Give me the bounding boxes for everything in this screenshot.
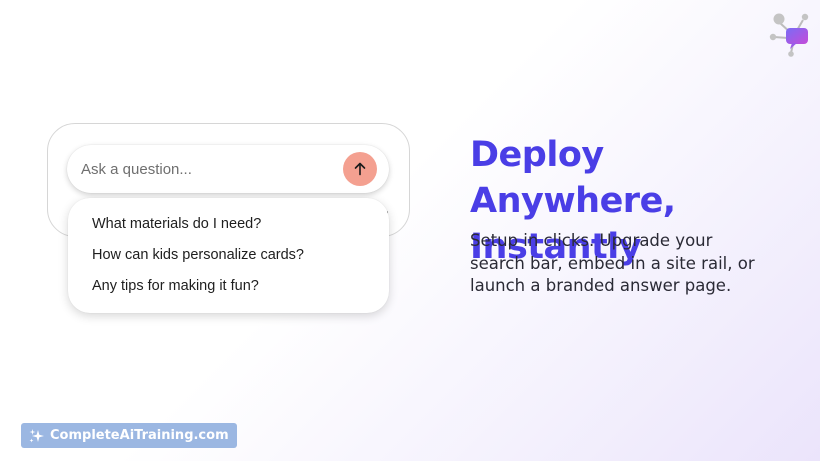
network-chat-logo-icon bbox=[769, 13, 809, 57]
arrow-up-icon bbox=[354, 162, 366, 176]
sparkle-icon bbox=[29, 428, 44, 442]
search-bar bbox=[67, 145, 389, 193]
suggestion-item[interactable]: What materials do I need? bbox=[92, 213, 389, 244]
suggestion-item[interactable]: Any tips for making it fun? bbox=[92, 275, 389, 306]
brand-badge: CompleteAiTraining.com bbox=[21, 423, 237, 448]
subtext: Setup in clicks. Upgrade your search bar… bbox=[470, 231, 755, 295]
headline-line-1: Deploy Anywhere, bbox=[470, 135, 676, 221]
send-button[interactable] bbox=[343, 152, 377, 186]
search-input[interactable] bbox=[81, 145, 331, 193]
suggestion-item[interactable]: How can kids personalize cards? bbox=[92, 244, 389, 275]
brand-name: CompleteAiTraining.com bbox=[50, 428, 229, 443]
suggestions-dropdown: What materials do I need? How can kids p… bbox=[68, 198, 389, 313]
